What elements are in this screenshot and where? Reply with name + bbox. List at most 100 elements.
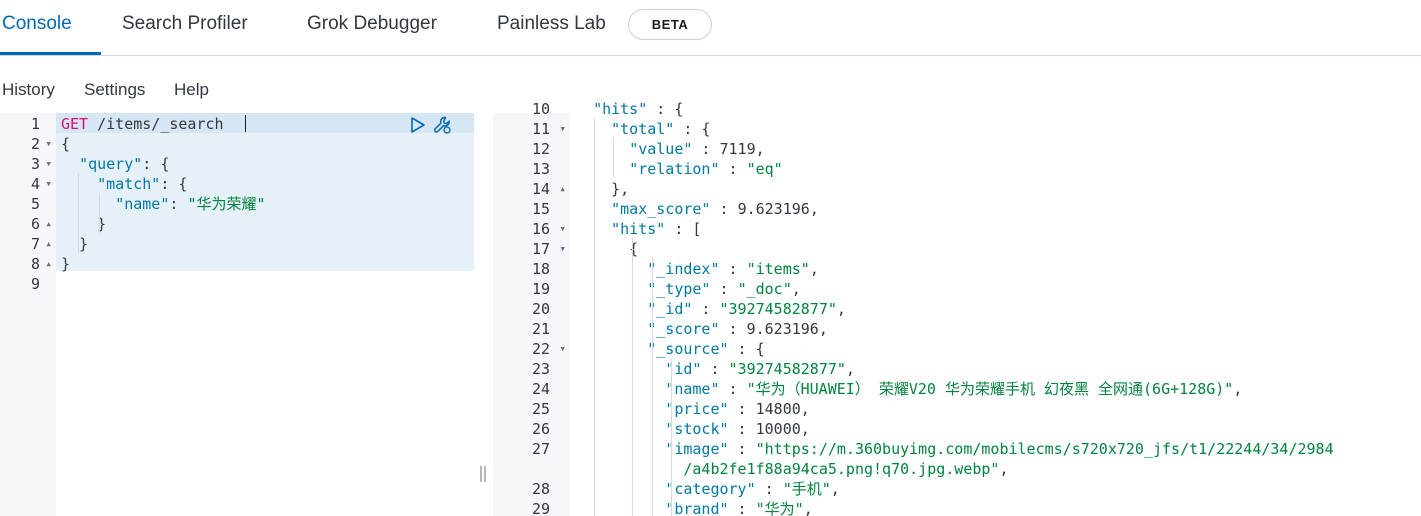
tab-console[interactable]: Console: [2, 11, 72, 37]
fold-toggle-icon[interactable]: ▾: [556, 219, 566, 239]
menu-settings[interactable]: Settings: [84, 79, 145, 101]
line-number: 17: [531, 240, 550, 258]
code-token: ,: [836, 300, 846, 318]
code-token: ,: [791, 280, 801, 298]
code-token: :: [728, 420, 756, 438]
fold-toggle-icon[interactable]: ▾: [42, 154, 52, 174]
indent-guide: [652, 258, 653, 516]
code-token: /a4b2fe1f88a94ca5.png!q70.jpg.webp": [575, 460, 1000, 478]
code-token: :: [755, 480, 783, 498]
code-line: "name" : "华为（HUAWEI） 荣耀V20 华为荣耀手机 幻夜黑 全网…: [575, 379, 1242, 399]
line-number: 24: [531, 380, 550, 398]
line-number: 22: [531, 340, 550, 358]
code-token: "category": [665, 480, 756, 498]
code-token: "华为荣耀": [187, 195, 266, 213]
code-token: "手机": [782, 480, 831, 498]
code-token: "image": [665, 440, 729, 458]
fold-toggle-icon[interactable]: ▾: [42, 174, 52, 194]
fold-toggle-icon[interactable]: ▴: [42, 214, 52, 234]
code-token: "https://m.360buyimg.com/mobilecms/s720x…: [755, 440, 1334, 458]
line-number: 12: [531, 140, 550, 158]
code-line: "category" : "手机",: [575, 479, 840, 499]
fold-toggle-icon[interactable]: ▴: [42, 254, 52, 274]
tab-search-profiler[interactable]: Search Profiler: [122, 11, 248, 37]
code-token: GET: [61, 115, 89, 133]
resize-handle-icon[interactable]: [478, 462, 488, 486]
code-token: :: [692, 300, 720, 318]
code-line: "name": "华为荣耀": [61, 194, 266, 214]
code-token: "query": [79, 155, 143, 173]
code-token: : {: [728, 340, 765, 358]
code-token: "华为（HUAWEI） 荣耀V20 华为荣耀手机 幻夜黑 全网通(6G+128G…: [746, 380, 1234, 398]
line-number: [500, 459, 550, 479]
line-number: 7: [30, 235, 40, 253]
code-line: },: [575, 179, 629, 199]
line-number: 10: [531, 100, 550, 118]
code-token: "hits": [611, 220, 666, 238]
code-token: ,: [755, 140, 765, 158]
code-token: "_id": [647, 300, 693, 318]
top-tab-bar: Console Search Profiler Grok Debugger Pa…: [0, 0, 1421, 56]
code-token: {: [575, 240, 639, 258]
fold-toggle-icon[interactable]: ▴: [556, 179, 566, 199]
code-token: "_type": [647, 280, 711, 298]
code-token: :: [719, 160, 747, 178]
line-number: 15: [531, 200, 550, 218]
code-line: "_score" : 9.623196,: [575, 319, 828, 339]
code-line: "price" : 14800,: [575, 399, 810, 419]
code-line: "_id" : "39274582877",: [575, 299, 846, 319]
code-token: "name": [115, 195, 170, 213]
code-token: {: [61, 135, 71, 153]
line-number: 20: [531, 300, 550, 318]
play-icon[interactable]: [409, 116, 427, 134]
code-token: ,: [818, 320, 828, 338]
code-token: :: [710, 200, 738, 218]
code-line: "image" : "https://m.360buyimg.com/mobil…: [575, 439, 1334, 459]
code-token: : {: [160, 175, 188, 193]
code-token: :: [728, 500, 756, 516]
fold-toggle-icon[interactable]: ▴: [42, 234, 52, 254]
line-number: 2: [30, 135, 40, 153]
code-line: }: [61, 254, 70, 274]
code-token: 9.623196: [746, 320, 819, 338]
menu-help[interactable]: Help: [174, 79, 209, 101]
code-line: {: [575, 239, 638, 259]
tab-painless-lab[interactable]: Painless Lab: [497, 11, 606, 37]
code-token: "华为": [755, 500, 804, 516]
code-token: : [: [665, 220, 702, 238]
code-line: "max_score" : 9.623196,: [575, 199, 819, 219]
code-token: ,: [809, 200, 819, 218]
indent-guide: [613, 138, 614, 178]
beta-badge: BETA: [628, 9, 712, 40]
code-line: }: [61, 234, 88, 254]
code-token: ,: [800, 420, 810, 438]
indent-guide: [78, 173, 79, 253]
code-line: "stock" : 10000,: [575, 419, 810, 439]
line-number: 9: [30, 275, 40, 293]
line-number: 8: [30, 255, 40, 273]
tab-grok-debugger[interactable]: Grok Debugger: [307, 11, 437, 37]
wrench-icon[interactable]: [432, 114, 454, 136]
code-token: 10000: [755, 420, 801, 438]
code-token: 9.623196: [737, 200, 810, 218]
code-line: "value" : 7119,: [575, 139, 765, 159]
code-token: ,: [809, 260, 819, 278]
line-number: 11: [531, 120, 550, 138]
fold-toggle-icon[interactable]: ▾: [42, 134, 52, 154]
code-line: "total" : {: [575, 119, 710, 139]
fold-toggle-icon[interactable]: ▾: [556, 239, 566, 259]
line-number: 5: [30, 195, 40, 213]
code-token: "stock": [665, 420, 729, 438]
code-token: "total": [611, 120, 675, 138]
code-line: "match": {: [61, 174, 187, 194]
code-token: "value": [629, 140, 693, 158]
indent-guide: [632, 238, 633, 516]
code-token: 14800: [755, 400, 801, 418]
fold-toggle-icon[interactable]: ▾: [556, 339, 566, 359]
menu-history[interactable]: History: [2, 79, 55, 101]
code-line: "relation" : "eq": [575, 159, 783, 179]
fold-toggle-icon[interactable]: ▾: [556, 119, 566, 139]
